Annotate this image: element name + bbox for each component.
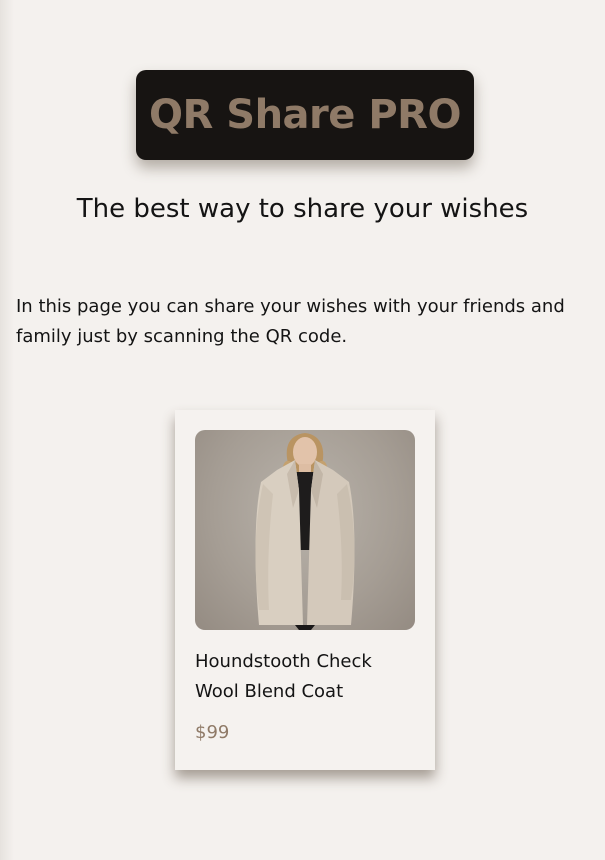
page-edge-shadow bbox=[0, 0, 14, 860]
coat-photo-illustration bbox=[255, 433, 355, 630]
product-card[interactable]: Houndstooth Check Wool Blend Coat $99 bbox=[175, 410, 435, 770]
product-name[interactable]: Houndstooth Check Wool Blend Coat bbox=[195, 647, 420, 707]
page-tagline: The best way to share your wishes bbox=[76, 194, 529, 224]
logo-text: QR Share PRO bbox=[149, 92, 461, 138]
product-image[interactable] bbox=[195, 430, 415, 630]
intro-text: In this page you can share your wishes w… bbox=[16, 296, 565, 347]
logo-badge: QR Share PRO bbox=[136, 70, 474, 160]
product-price: $99 bbox=[195, 722, 230, 743]
